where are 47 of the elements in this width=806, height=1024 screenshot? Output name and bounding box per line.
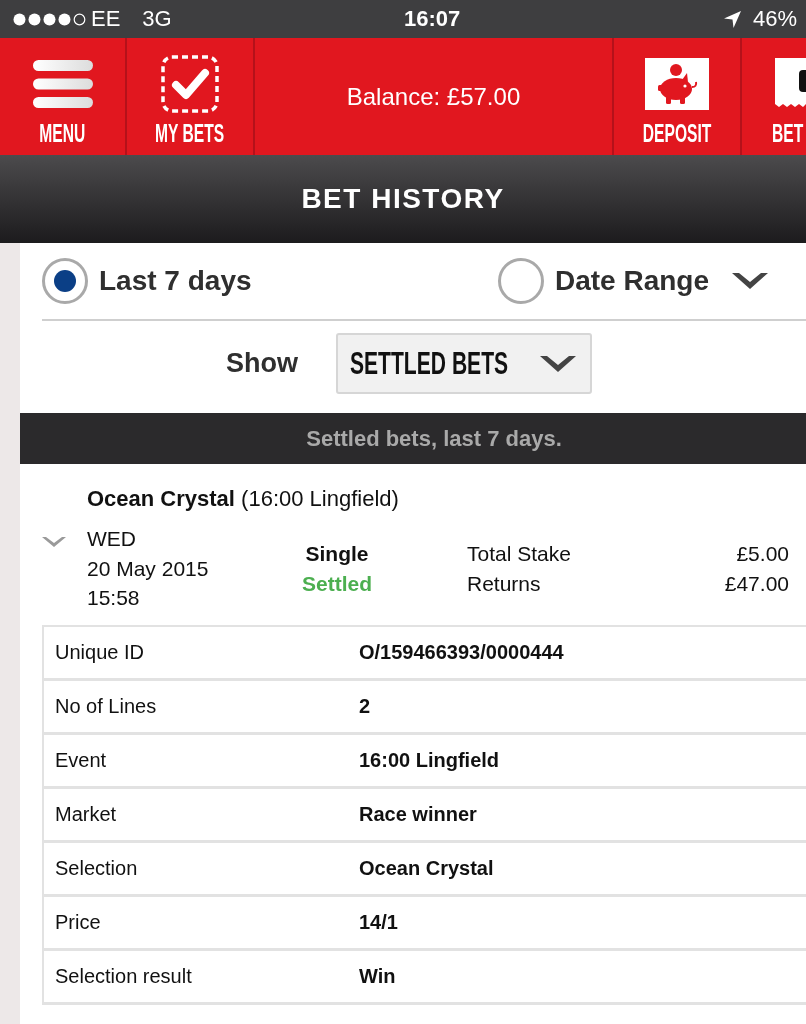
detail-value: 16:00 Lingfield (359, 748, 500, 772)
balance-text: Balance: £57.00 (346, 82, 521, 111)
detail-label: Selection (54, 856, 139, 880)
detail-value: 2 (359, 694, 371, 718)
total-value: £47.00 (724, 570, 789, 597)
detail-label: Market (54, 802, 118, 826)
menu-icon (32, 60, 93, 108)
bet-date: 20 May 2015 (87, 555, 209, 582)
detail-label: No of Lines (54, 694, 158, 718)
network-type: 3G (142, 6, 172, 32)
period-radio-option[interactable]: Date Range (497, 258, 709, 304)
piggy-bank-icon (645, 58, 709, 110)
total-label: Total Stake (467, 541, 571, 567)
bet-time: 15:58 (87, 585, 140, 611)
checkbox-tick-icon (161, 55, 219, 113)
detail-label: Event (54, 748, 108, 772)
bet-filter-dropdown[interactable]: SETTLED BETS (336, 333, 592, 394)
bet-type: Single (305, 541, 369, 567)
battery-percentage: 46% (752, 6, 797, 32)
show-label: Show (226, 348, 299, 379)
bet-day: WED (87, 524, 136, 554)
location-arrow-icon (723, 10, 741, 28)
detail-value: O/159466393/0000444 (359, 640, 564, 664)
banner-text: Settled bets, last 7 days. (306, 425, 562, 452)
chevron-down-icon[interactable] (538, 353, 578, 374)
total-value: £5.00 (736, 541, 789, 567)
total-label: Returns (467, 570, 541, 597)
chevron-down-icon[interactable] (730, 271, 770, 291)
detail-value: Ocean Crystal (359, 856, 494, 880)
detail-label: Selection result (54, 964, 193, 988)
bet-slip-button[interactable]: BET (742, 38, 806, 155)
page-title: BET HISTORY (301, 183, 505, 215)
detail-value: 14/1 (359, 910, 398, 934)
bet-status: Settled (302, 570, 372, 597)
deposit-button[interactable]: DEPOSIT (614, 38, 742, 155)
detail-value: Win (359, 964, 396, 988)
detail-value: Race winner (359, 802, 477, 826)
status-time: 16:07 (404, 6, 461, 32)
carrier-name: EE (91, 6, 121, 32)
detail-label: Unique ID (54, 640, 145, 664)
signal-strength-icon (13, 12, 86, 26)
radio-icon[interactable] (497, 258, 544, 304)
radio-icon[interactable] (42, 258, 88, 304)
detail-label: Price (54, 910, 102, 934)
bet-title: Ocean Crystal (16:00 Lingfield) (86, 486, 400, 512)
bet-slip-icon (775, 58, 806, 110)
period-radio-option[interactable]: Last 7 days (42, 258, 252, 304)
